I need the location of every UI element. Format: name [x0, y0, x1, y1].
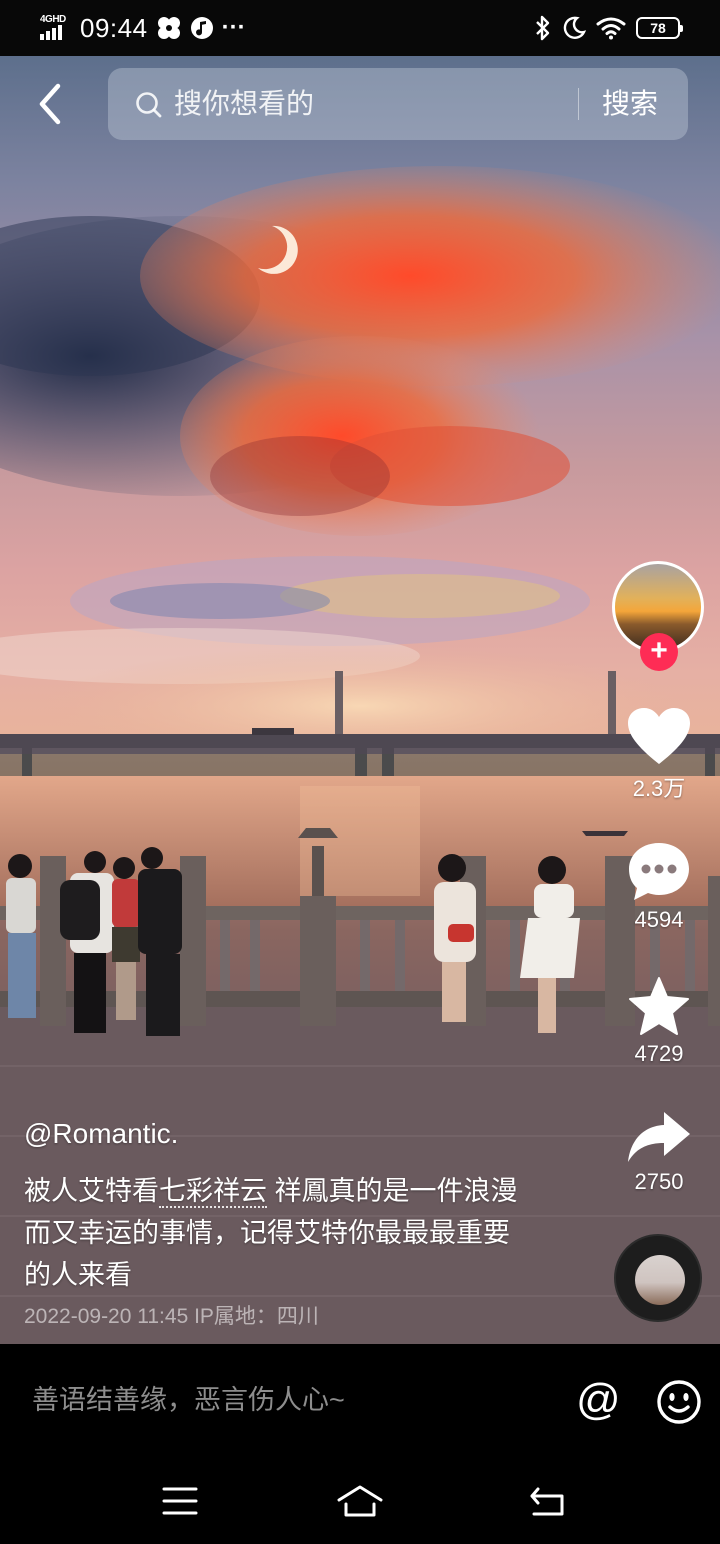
favorite-button[interactable]: 4729 [614, 976, 704, 1067]
bluetooth-icon [536, 15, 550, 41]
favorite-count: 4729 [634, 1041, 684, 1066]
video-caption: 被人艾特看七彩祥云 祥鳳真的是一件浪漫而又幸运的事情，记得艾特你最最最重要的人来… [24, 1170, 524, 1296]
status-right: 78 [534, 10, 683, 46]
caption-text: 被人艾特看 [24, 1176, 159, 1206]
comment-count: 4594 [634, 907, 684, 932]
caption-hashtag[interactable]: 七彩祥云 [159, 1176, 267, 1208]
video-frame-image [0, 166, 720, 1344]
like-count: 2.3万 [632, 776, 686, 801]
back-button[interactable] [30, 78, 74, 130]
network-label: 4GHD [40, 14, 66, 25]
system-nav-bar [0, 1456, 720, 1544]
comment-input[interactable]: 善语结善缘，恶言伤人心~ [32, 1344, 345, 1456]
music-disc[interactable] [614, 1234, 702, 1322]
search-icon [136, 92, 162, 118]
comment-icon [629, 843, 689, 900]
menu-icon[interactable] [162, 1486, 198, 1516]
home-icon[interactable] [336, 1484, 384, 1518]
smiley-icon[interactable] [656, 1379, 702, 1425]
wifi-icon [596, 17, 626, 40]
search-divider [578, 88, 579, 120]
status-time: 09:44 [80, 12, 148, 43]
video-meta: 2022-09-20 11:45 IP属地：四川 [24, 1305, 319, 1328]
back-icon[interactable] [528, 1486, 568, 1518]
music-note-icon [190, 17, 213, 39]
share-count: 2750 [634, 1169, 684, 1194]
moon-icon [563, 16, 586, 39]
music-cover [635, 1255, 685, 1305]
star-icon [629, 977, 689, 1035]
heart-icon [628, 708, 690, 764]
network-indicator: 4GHD [40, 14, 72, 42]
status-bar: 4GHD 09:44 ··· 78 [0, 0, 720, 56]
mention-button[interactable]: @ [576, 1378, 621, 1422]
search-input[interactable]: 搜你想看的 [174, 68, 314, 140]
search-button[interactable]: 搜索 [602, 68, 658, 140]
share-arrow-icon [628, 1112, 690, 1162]
battery-indicator: 78 [636, 17, 683, 39]
follow-button[interactable]: + [640, 633, 678, 671]
share-button[interactable]: 2750 [614, 1110, 704, 1195]
back-arrow-icon [39, 83, 61, 125]
more-dots-icon: ··· [221, 14, 246, 41]
comment-bar: 善语结善缘，恶言伤人心~ @ [0, 1344, 720, 1456]
like-button[interactable]: 2.3万 [614, 706, 704, 803]
search-bar[interactable]: 搜你想看的 搜索 [108, 68, 688, 140]
status-left: 4GHD 09:44 ··· [40, 10, 246, 46]
video-player[interactable] [0, 56, 720, 1344]
signal-icon [40, 25, 62, 40]
pinwheel-icon [157, 17, 180, 39]
comment-button[interactable]: 4594 [614, 840, 704, 933]
author-name[interactable]: @Romantic. [24, 1118, 178, 1150]
